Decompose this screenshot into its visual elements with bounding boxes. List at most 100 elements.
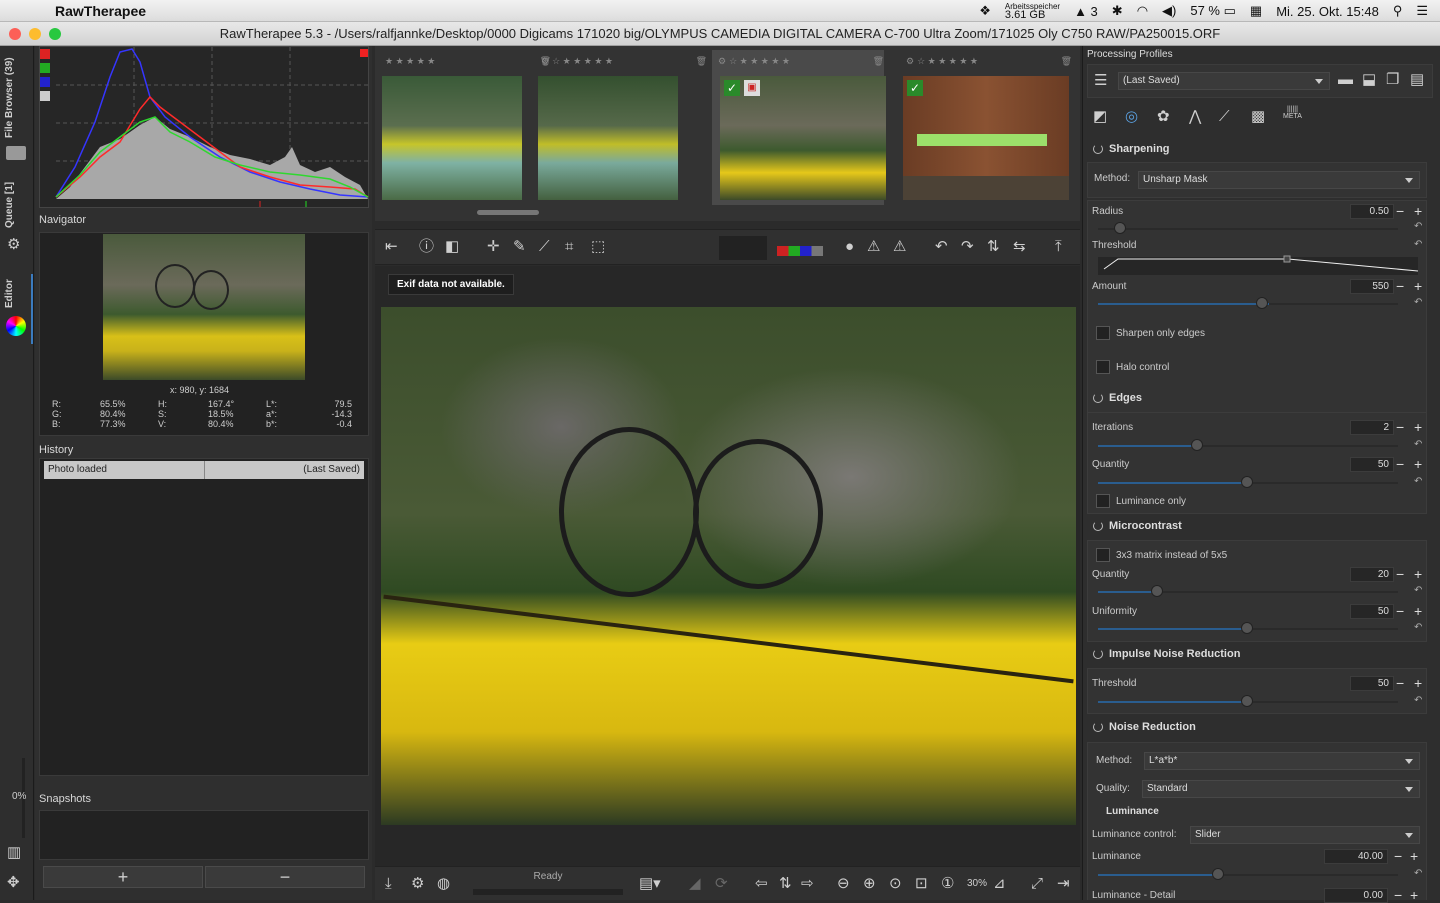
nav-sync-icon[interactable]: ⇅: [779, 875, 792, 893]
zoom-100-icon[interactable]: ①: [941, 875, 954, 893]
tab-editor[interactable]: Editor: [4, 279, 15, 308]
copy-profile-icon[interactable]: ❐: [1386, 71, 1399, 89]
rating-stars[interactable]: ☆ ★ ★ ★ ★ ★: [552, 56, 613, 67]
transform-tab-icon[interactable]: ⟋: [1219, 108, 1230, 126]
save-profile-icon[interactable]: ⬓: [1362, 71, 1376, 89]
folder-icon[interactable]: [6, 146, 26, 160]
hide-right-panel-icon[interactable]: ⇥: [1057, 875, 1070, 893]
edges-quantity-value[interactable]: 50: [1350, 457, 1394, 472]
impulse-threshold-knob[interactable]: [1241, 695, 1253, 707]
radius-slider-track[interactable]: [1098, 228, 1398, 230]
hide-left-panel-icon[interactable]: ⇤: [385, 238, 398, 256]
tab-queue[interactable]: Queue [1]: [4, 182, 15, 228]
rating-stars[interactable]: ☆ ★ ★ ★ ★ ★: [729, 56, 790, 67]
power-icon[interactable]: [1093, 393, 1103, 403]
remove-snapshot-button[interactable]: −: [205, 866, 365, 888]
thumbnail-3-selected[interactable]: ⚙ ☆ ★ ★ ★ ★ ★ 🗑 ✓ ▣: [712, 50, 886, 205]
color-tab-icon[interactable]: ✿: [1157, 108, 1170, 126]
calendar-icon[interactable]: ▦: [1250, 3, 1262, 19]
quantity-decrease[interactable]: −: [1396, 457, 1404, 471]
sharpening-method-dropdown[interactable]: Unsharp Mask: [1138, 171, 1420, 189]
matrix-checkbox[interactable]: [1096, 548, 1110, 562]
flip-horizontal-icon[interactable]: ⇆: [1013, 238, 1026, 256]
thumbnail-image[interactable]: [382, 76, 522, 200]
wifi-icon[interactable]: ◠: [1137, 3, 1148, 19]
thumbnail-image[interactable]: ✓ ▣: [720, 76, 886, 200]
power-icon[interactable]: [1093, 521, 1103, 531]
impulse-threshold-value[interactable]: 50: [1350, 676, 1394, 691]
navigator-thumbnail[interactable]: [103, 234, 305, 380]
amount-decrease[interactable]: −: [1396, 279, 1404, 293]
luminance-increase[interactable]: +: [1410, 849, 1418, 863]
history-row[interactable]: Photo loaded (Last Saved): [44, 461, 364, 479]
micro-quantity-track[interactable]: [1098, 591, 1398, 593]
luminance-decrease[interactable]: −: [1394, 849, 1402, 863]
thumbnail-2[interactable]: ⚙ ☆ ★ ★ ★ ★ ★ 🗑: [535, 50, 707, 205]
reset-icon[interactable]: ↶: [1414, 585, 1422, 596]
crop-icon[interactable]: ⌗: [565, 238, 573, 256]
threshold-curve[interactable]: [1098, 253, 1418, 277]
gear-icon[interactable]: ⚙: [718, 56, 726, 67]
nr-quality-dropdown[interactable]: Standard: [1142, 780, 1420, 798]
edges-header[interactable]: Edges: [1087, 387, 1427, 409]
impulse-noise-header[interactable]: Impulse Noise Reduction: [1087, 643, 1427, 665]
fullscreen-toggle-icon[interactable]: ⤢: [1031, 875, 1043, 893]
gear-icon[interactable]: ⚙: [906, 56, 914, 67]
power-icon[interactable]: [1093, 649, 1103, 659]
trash-icon[interactable]: 🗑: [1061, 56, 1072, 67]
thumbnail-4[interactable]: ⚙ ☆ ★ ★ ★ ★ ★ 🗑 ✓: [900, 50, 1072, 205]
radius-decrease[interactable]: −: [1396, 204, 1404, 218]
amount-increase[interactable]: +: [1414, 279, 1422, 293]
exposure-tab-icon[interactable]: ◩: [1093, 108, 1107, 126]
gear-icon[interactable]: ⚙: [7, 236, 20, 254]
radius-increase[interactable]: +: [1414, 204, 1422, 218]
rotate-left-icon[interactable]: ↶: [935, 238, 948, 256]
radius-value[interactable]: 0.50: [1350, 204, 1394, 219]
image-preview-area[interactable]: Exif data not available.: [375, 266, 1080, 866]
meta-tab-icon[interactable]: |||||| META: [1283, 106, 1302, 120]
hide-top-panel-icon[interactable]: ⤒: [1055, 238, 1062, 256]
previous-image-icon[interactable]: ◢: [689, 875, 701, 893]
reset-icon[interactable]: ↶: [1414, 868, 1422, 879]
zoom-in-icon[interactable]: ⊕: [863, 875, 876, 893]
thumbnail-image[interactable]: ✓: [903, 76, 1069, 200]
luminance-track[interactable]: [1098, 874, 1398, 876]
main-photo[interactable]: [381, 307, 1076, 825]
minimize-window-button[interactable]: [29, 28, 41, 40]
adobe-icon[interactable]: ▲ 3: [1074, 4, 1098, 19]
flip-vertical-icon[interactable]: ⇅: [987, 238, 1000, 256]
hand-tool-icon[interactable]: ✛: [487, 238, 500, 256]
luminance-detail-value[interactable]: 0.00: [1324, 888, 1388, 903]
microcontrast-header[interactable]: Microcontrast: [1087, 515, 1427, 537]
clock[interactable]: Mi. 25. Okt. 15:48: [1276, 4, 1379, 19]
rotate-right-icon[interactable]: ↷: [961, 238, 974, 256]
luminance-only-checkbox[interactable]: [1096, 494, 1110, 508]
before-after-icon[interactable]: ◧: [445, 238, 459, 256]
add-snapshot-button[interactable]: +: [43, 866, 203, 888]
zoom-out-icon[interactable]: ⊖: [837, 875, 850, 893]
uniformity-value[interactable]: 50: [1350, 604, 1394, 619]
sharpen-edges-checkbox[interactable]: [1096, 326, 1110, 340]
notification-center-icon[interactable]: ☰: [1416, 3, 1428, 19]
highlight-clipping-icon[interactable]: ⚠: [893, 238, 906, 256]
quantity-decrease[interactable]: −: [1396, 567, 1404, 581]
external-editor-icon[interactable]: ◍: [437, 875, 450, 893]
fullscreen-icon[interactable]: ✥: [7, 874, 20, 892]
info-icon[interactable]: ⓘ: [419, 238, 434, 256]
raw-tab-icon[interactable]: ▩: [1251, 108, 1265, 126]
channel-selector-grey[interactable]: [719, 236, 767, 260]
spotlight-icon[interactable]: ⚲: [1393, 3, 1403, 19]
thumbnail-1[interactable]: ★ ★ ★ ★ ★ 🗑: [379, 50, 551, 205]
channel-selector-rgb[interactable]: [777, 246, 823, 256]
queue-settings-icon[interactable]: ⚙: [411, 875, 424, 893]
white-balance-picker-icon[interactable]: ✎: [513, 238, 526, 256]
volume-icon[interactable]: ◀): [1162, 3, 1176, 19]
sharpening-header[interactable]: Sharpening: [1087, 138, 1427, 160]
threshold-decrease[interactable]: −: [1396, 676, 1404, 690]
memory-status[interactable]: Arbeitsspeicher 3.61 GB: [1005, 2, 1060, 21]
nav-prev-icon[interactable]: ⇦: [755, 875, 768, 893]
transform-icon[interactable]: ⬚: [591, 238, 605, 256]
rating-stars[interactable]: ☆ ★ ★ ★ ★ ★: [917, 56, 978, 67]
nr-method-dropdown[interactable]: L*a*b*: [1144, 752, 1420, 770]
zoom-window-button[interactable]: [49, 28, 61, 40]
